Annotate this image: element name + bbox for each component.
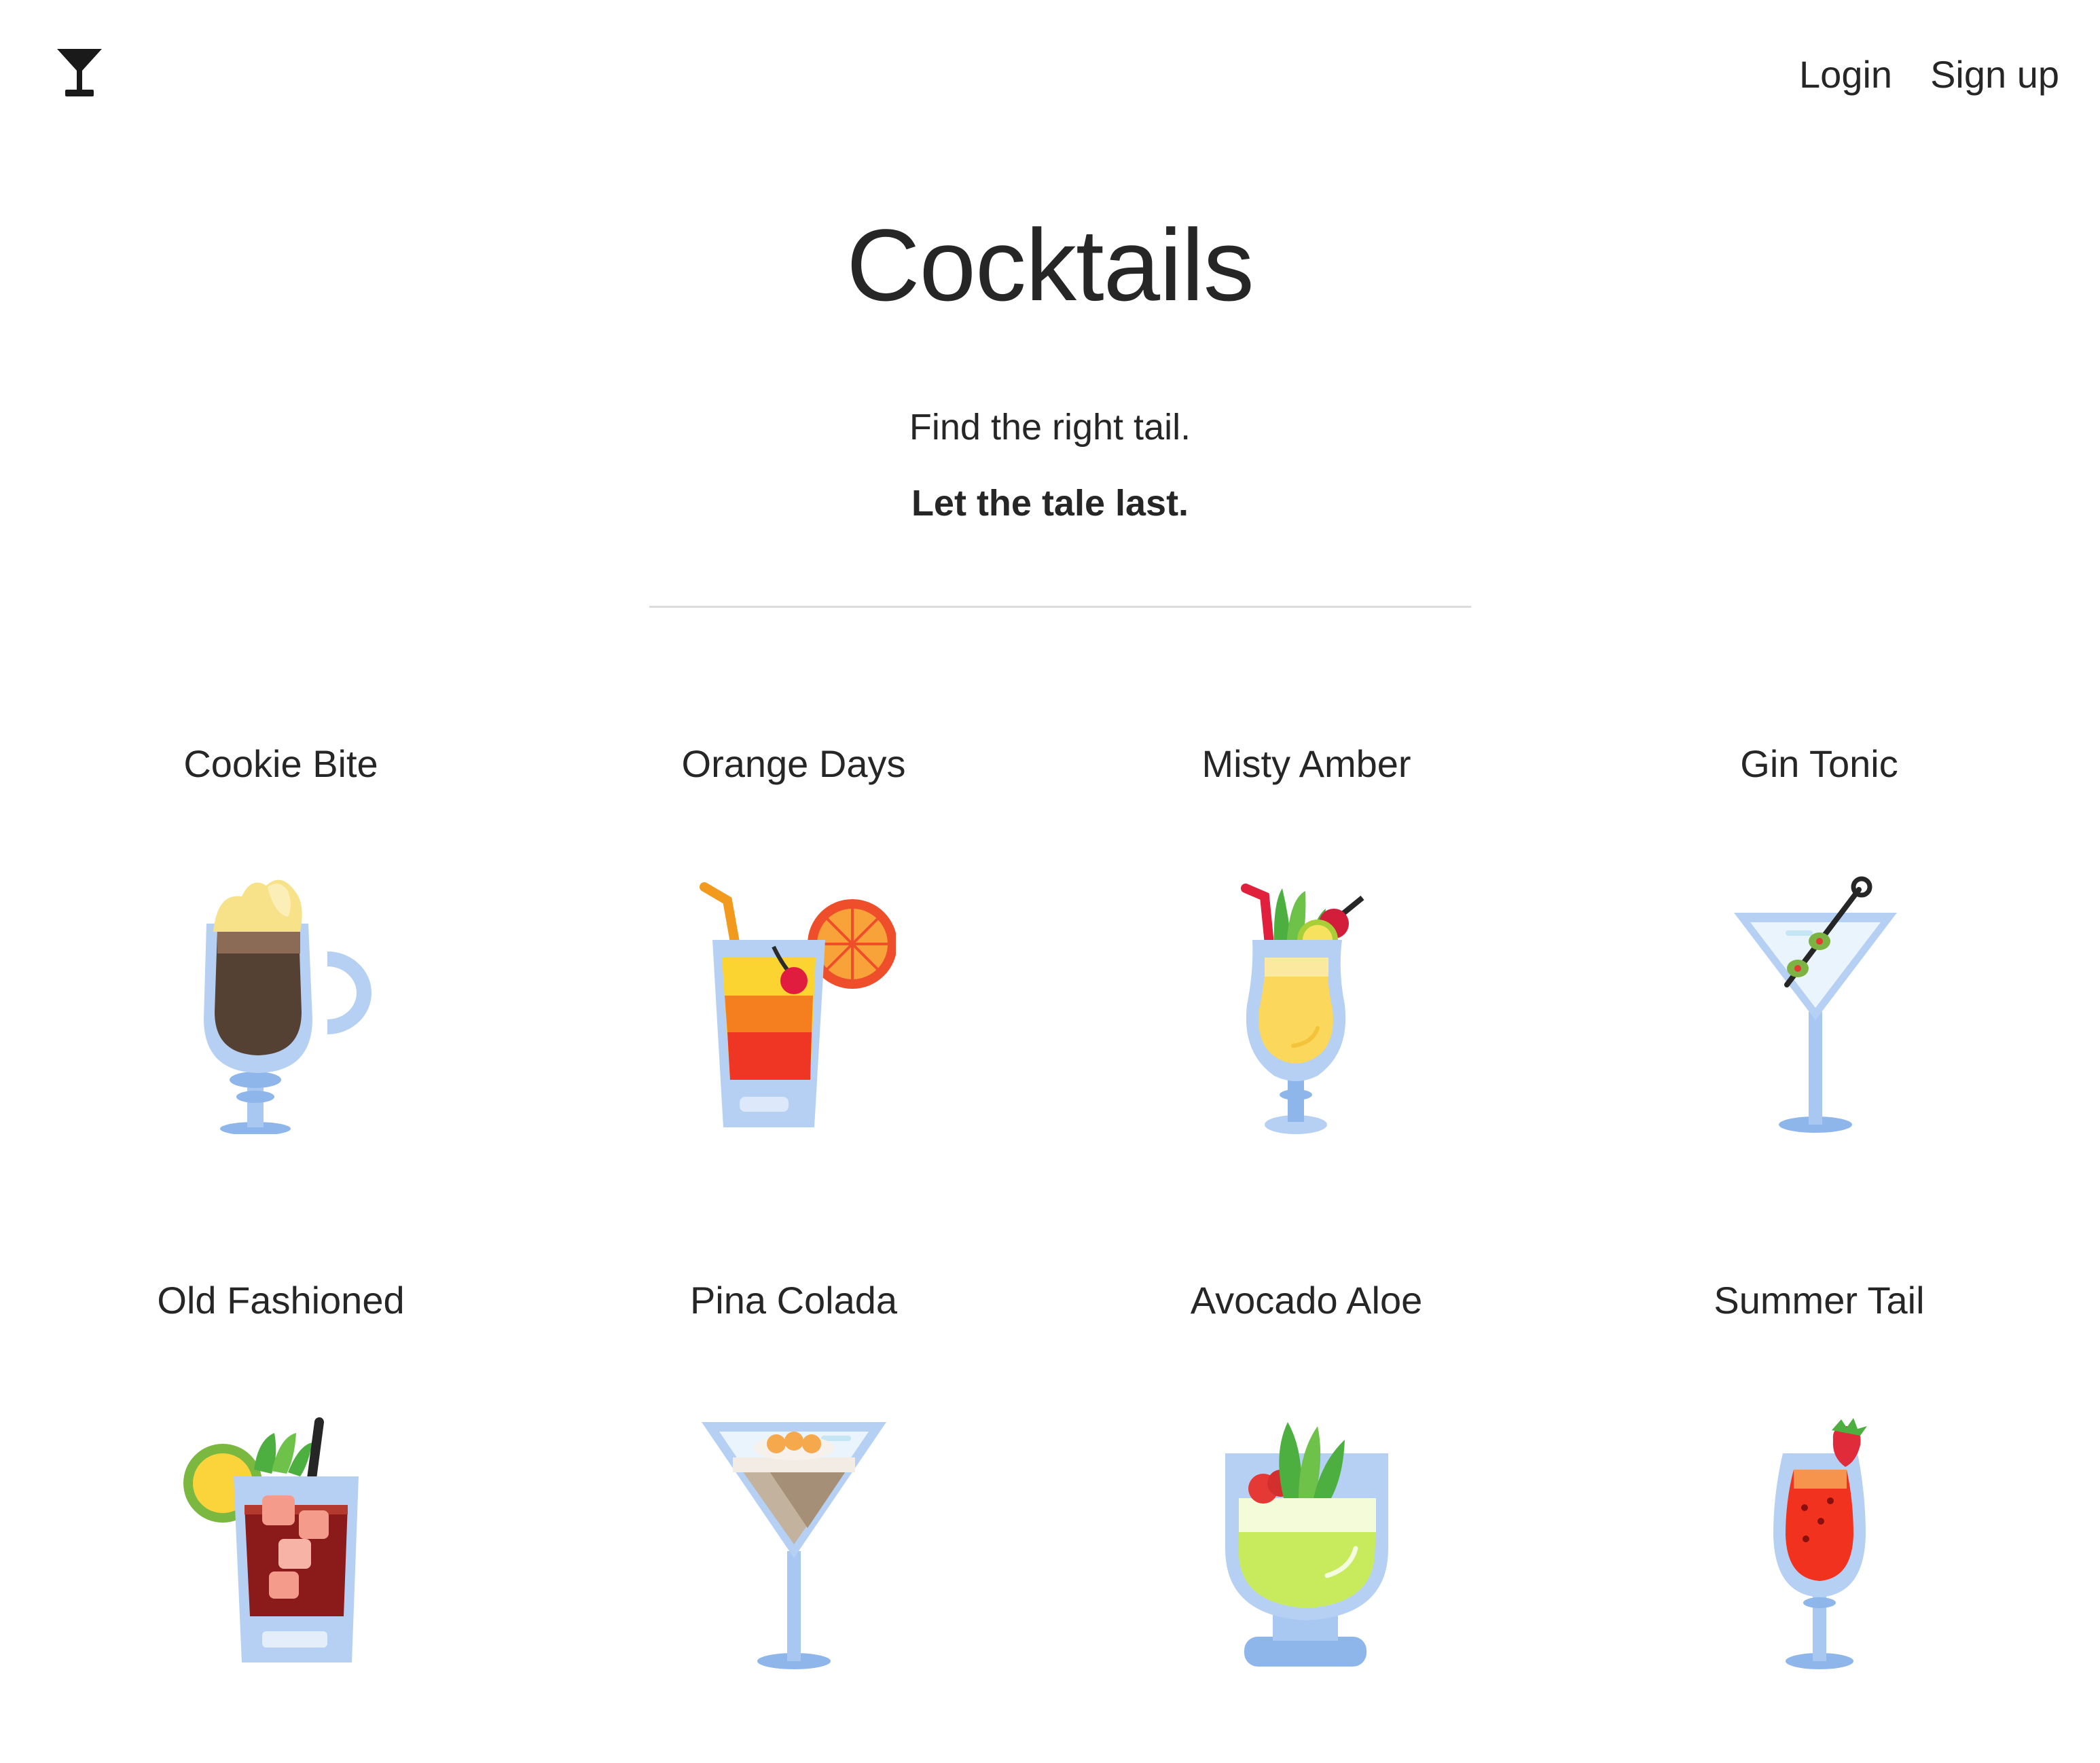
divider [649,606,1471,608]
cocktail-card[interactable]: Summer Tail [1563,1270,2076,1671]
cocktail-card[interactable]: Cookie Bite [24,733,537,1134]
cocktail-card[interactable]: Orange Days [537,733,1050,1134]
tagline: Find the right tail. [909,407,1191,448]
martini-olive-icon [1718,876,1921,1134]
rocks-glass-icon [179,1413,383,1671]
cocktail-card[interactable]: Misty Amber [1050,733,1563,1134]
page-title: Cocktails [846,208,1254,322]
cream-martini-icon [692,1413,896,1671]
cocktail-name: Gin Tonic [1740,742,1898,785]
cocktail-name: Cookie Bite [183,742,378,785]
cocktail-name: Summer Tail [1714,1279,1925,1322]
cocktail-name: Misty Amber [1201,742,1411,785]
cocktail-card[interactable]: Avocado Aloe [1050,1270,1563,1671]
login-link[interactable]: Login [1799,49,1892,101]
irish-coffee-icon [179,876,383,1134]
tagline-bold: Let the tale last. [911,483,1189,524]
strawberry-tulip-icon [1718,1413,1921,1671]
cocktail-name: Pina Colada [689,1279,898,1322]
cocktail-glass-icon[interactable] [56,48,103,99]
cocktail-name: Avocado Aloe [1190,1279,1423,1322]
signup-link[interactable]: Sign up [1930,49,2059,101]
cocktail-name: Old Fashioned [157,1279,405,1322]
cocktail-card[interactable]: Old Fashioned [24,1270,537,1671]
hurricane-glass-icon [1205,876,1409,1134]
top-nav: Login Sign up [1799,49,2059,101]
page: Login Sign up Cocktails Find the right t… [0,0,2100,1763]
aloe-bowl-icon [1205,1413,1409,1671]
cocktail-grid: Cookie Bite Orange Days Misty Amber Gin … [0,733,2100,1671]
cocktail-card[interactable]: Pina Colada [537,1270,1050,1671]
cocktail-name: Orange Days [681,742,906,785]
orange-highball-icon [692,876,896,1134]
cocktail-card[interactable]: Gin Tonic [1563,733,2076,1134]
